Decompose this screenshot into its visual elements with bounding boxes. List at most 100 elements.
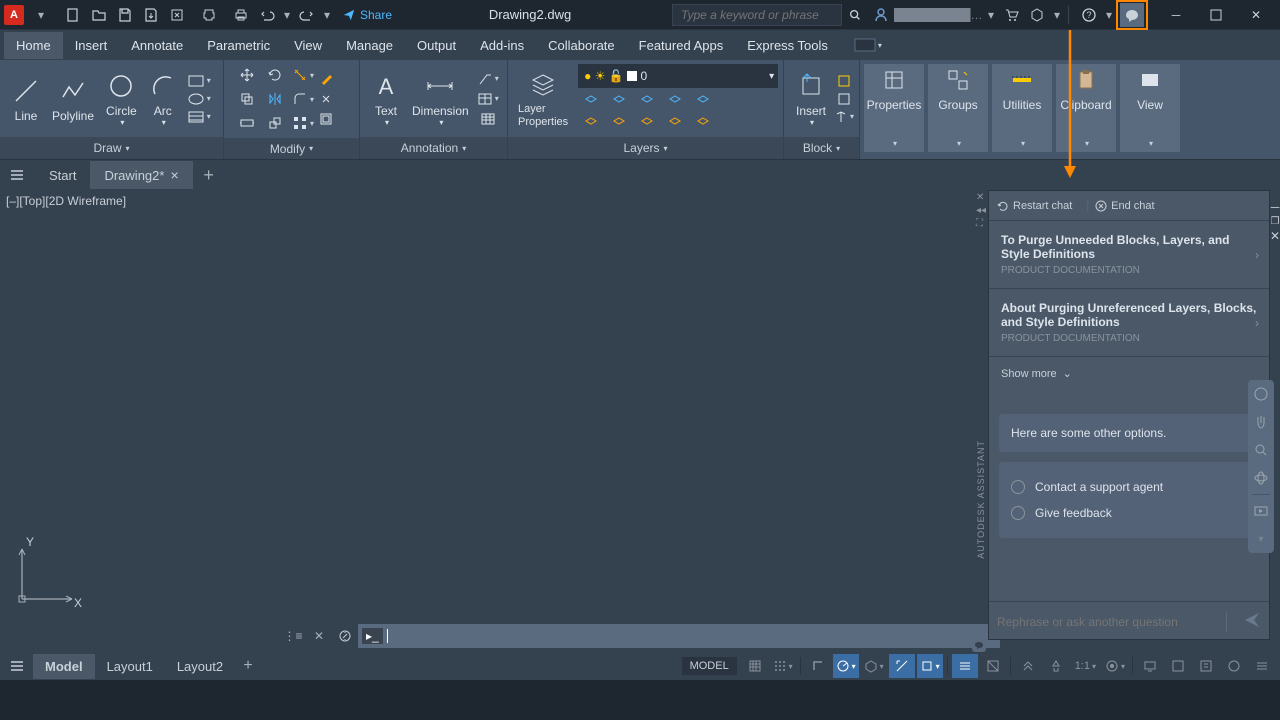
menu-insert[interactable]: Insert — [63, 32, 120, 59]
osnap-track-icon[interactable] — [889, 654, 915, 678]
lineweight-icon[interactable] — [952, 654, 978, 678]
quick-props-icon[interactable] — [1193, 654, 1219, 678]
give-feedback-option[interactable]: Give feedback — [1011, 500, 1247, 526]
cmd-customize-icon[interactable] — [333, 624, 357, 648]
layer-selector[interactable]: ● ☀ 🔓 0 — [578, 64, 778, 88]
leader-icon[interactable]: ▾ — [477, 71, 499, 87]
layer-tool-7[interactable] — [606, 113, 632, 133]
annotation-group-title[interactable]: Annotation▾ — [360, 137, 507, 159]
block-create-icon[interactable] — [834, 74, 854, 88]
properties-panel[interactable]: Properties▾ — [864, 64, 924, 152]
transparency-icon[interactable] — [980, 654, 1006, 678]
contact-agent-option[interactable]: Contact a support agent — [1011, 474, 1247, 500]
selection-cycling-icon[interactable] — [1015, 654, 1041, 678]
assistant-input[interactable] — [997, 615, 1218, 629]
send-icon[interactable] — [1243, 611, 1261, 632]
fillet-icon[interactable]: ▾ — [290, 88, 316, 110]
layer-tool-8[interactable] — [634, 113, 660, 133]
polyline-button[interactable]: Polyline — [46, 73, 100, 125]
open-icon[interactable] — [87, 3, 111, 27]
block-group-title[interactable]: Block▾ — [784, 137, 859, 159]
tab-start[interactable]: Start — [35, 162, 90, 189]
close-icon[interactable]: × — [170, 167, 178, 183]
tab-drawing2[interactable]: Drawing2*× — [90, 161, 192, 189]
new-icon[interactable] — [61, 3, 85, 27]
ellipse-icon[interactable]: ▾ — [187, 92, 211, 106]
layout-menu-icon[interactable] — [5, 654, 29, 678]
orbit-icon[interactable] — [1248, 464, 1274, 492]
new-tab-button[interactable]: + — [197, 163, 221, 187]
menu-collaborate[interactable]: Collaborate — [536, 32, 627, 59]
viewport-label[interactable]: [–][Top][2D Wireframe] — [6, 194, 126, 208]
menu-annotate[interactable]: Annotate — [119, 32, 195, 59]
layer-tool-1[interactable] — [578, 91, 604, 111]
move-icon[interactable] — [234, 64, 260, 86]
plot-icon[interactable] — [197, 3, 221, 27]
share-button[interactable]: Share — [342, 8, 392, 22]
draw-group-title[interactable]: Draw▾ — [0, 137, 223, 159]
show-more-button[interactable]: Show more⌄ — [989, 357, 1269, 390]
scale-value[interactable]: 1:1▾ — [1071, 654, 1100, 678]
layer-tool-3[interactable] — [634, 91, 660, 111]
app-menu-caret[interactable]: ▾ — [29, 3, 53, 27]
search-input[interactable] — [672, 4, 842, 26]
menu-home[interactable]: Home — [4, 32, 63, 59]
showmotion-icon[interactable] — [1248, 497, 1274, 525]
full-nav-icon[interactable] — [1248, 380, 1274, 408]
assistant-icon[interactable] — [1120, 3, 1144, 27]
print-icon[interactable] — [229, 3, 253, 27]
viewport-restore-icon[interactable]: ❐ — [1270, 216, 1279, 227]
menu-output[interactable]: Output — [405, 32, 468, 59]
hatch-icon[interactable]: ▾ — [187, 110, 211, 124]
search-icon[interactable] — [843, 3, 867, 27]
modify-group-title[interactable]: Modify▾ — [224, 138, 359, 159]
undo-caret[interactable]: ▾ — [281, 3, 293, 27]
maximize-button[interactable] — [1196, 1, 1236, 29]
block-attr-icon[interactable]: ▾ — [834, 110, 854, 124]
layer-tool-9[interactable] — [662, 113, 688, 133]
minimize-button[interactable]: ─ — [1156, 1, 1196, 29]
menu-addins[interactable]: Add-ins — [468, 32, 536, 59]
layer-tool-10[interactable] — [690, 113, 716, 133]
dimension-button[interactable]: Dimension▾ — [406, 68, 475, 129]
layer-tool-6[interactable] — [578, 113, 604, 133]
redo-caret[interactable]: ▾ — [321, 3, 333, 27]
cmd-close-icon[interactable]: ✕ — [307, 624, 331, 648]
copy-icon[interactable] — [234, 88, 260, 110]
help-caret[interactable]: ▾ — [1103, 3, 1115, 27]
text-button[interactable]: AText▾ — [366, 68, 406, 129]
stretch-icon[interactable] — [234, 112, 260, 134]
restart-chat-button[interactable]: Restart chat — [997, 200, 1072, 212]
table2-icon[interactable] — [477, 111, 499, 127]
layout-1[interactable]: Layout1 — [95, 654, 165, 679]
layer-tool-5[interactable] — [690, 91, 716, 111]
rotate-icon[interactable] — [262, 64, 288, 86]
panel-expand-icon[interactable]: ⛶ — [976, 218, 986, 229]
pan-icon[interactable] — [1248, 408, 1274, 436]
model-badge[interactable]: MODEL — [682, 657, 737, 675]
menu-featured-apps[interactable]: Featured Apps — [627, 32, 736, 59]
erase-icon[interactable] — [318, 71, 334, 87]
user-icon[interactable] — [869, 3, 893, 27]
isodraft-icon[interactable]: ▾ — [861, 654, 887, 678]
clipboard-panel[interactable]: Clipboard▾ — [1056, 64, 1116, 152]
layer-properties-button[interactable]: Layer Properties — [514, 69, 572, 127]
menu-extra-icon[interactable]: ▾ — [854, 38, 882, 52]
apps-caret[interactable]: ▾ — [1051, 3, 1063, 27]
panel-close-icon[interactable]: ✕ — [976, 192, 986, 203]
mirror-icon[interactable] — [262, 88, 288, 110]
menu-manage[interactable]: Manage — [334, 32, 405, 59]
snap-icon[interactable]: ▾ — [770, 654, 796, 678]
close-button[interactable]: ✕ — [1236, 1, 1276, 29]
block-edit-icon[interactable] — [834, 92, 854, 106]
undo-icon[interactable] — [255, 3, 279, 27]
menu-express-tools[interactable]: Express Tools — [735, 32, 840, 59]
user-caret[interactable]: ▾ — [985, 3, 997, 27]
annotation-monitor-icon[interactable] — [1137, 654, 1163, 678]
osnap-icon[interactable]: ▾ — [917, 654, 943, 678]
viewport-close-icon[interactable]: ✕ — [1270, 229, 1280, 243]
help-icon[interactable]: ? — [1077, 3, 1101, 27]
canvas-area[interactable]: [–][Top][2D Wireframe] Y X ⋮≡ ✕ ▸_ AUTOD… — [0, 190, 1280, 652]
layers-group-title[interactable]: Layers▾ — [508, 137, 783, 159]
web-icon[interactable] — [165, 3, 189, 27]
